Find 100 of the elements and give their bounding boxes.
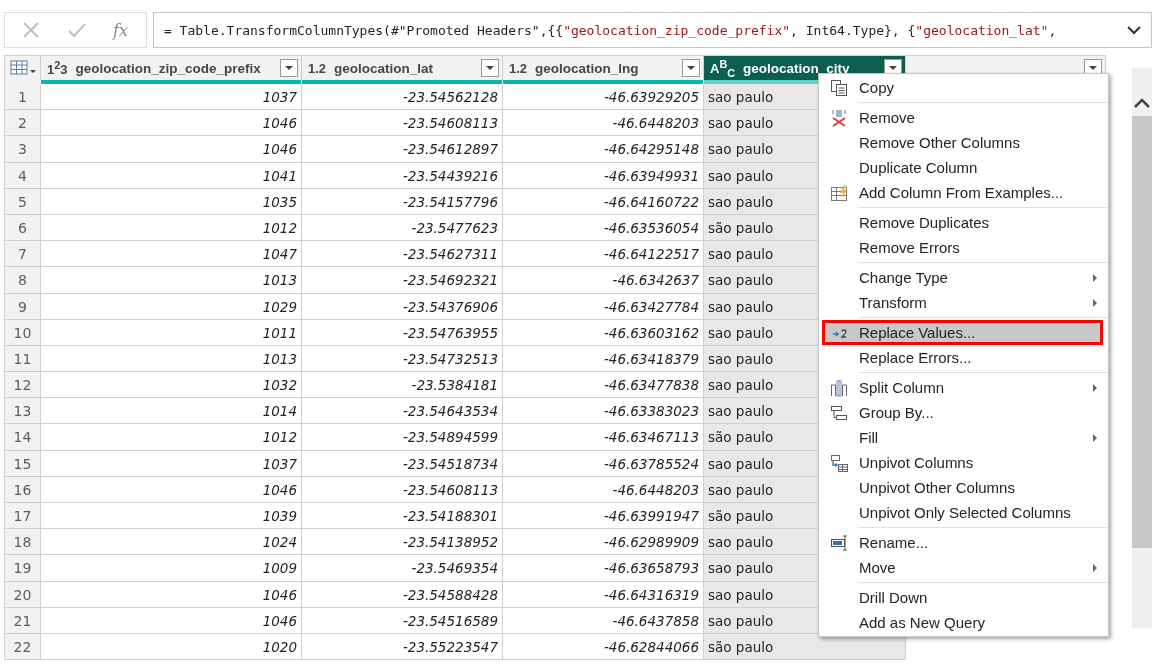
column-header[interactable]: 1$^{2}$3 geolocation_zip_code_prefix bbox=[41, 55, 302, 80]
table-lightning-icon bbox=[830, 183, 848, 202]
table-cell: -23.54692321 bbox=[302, 267, 503, 294]
row-number: 7 bbox=[5, 241, 41, 268]
table-cell: 1046 bbox=[41, 476, 302, 503]
table-cell: -23.54157796 bbox=[302, 188, 503, 215]
row-number: 13 bbox=[5, 398, 41, 425]
table-cell: -23.54518734 bbox=[302, 450, 503, 477]
row-number: 1 bbox=[5, 84, 41, 111]
filter-dropdown-icon[interactable] bbox=[280, 59, 298, 77]
submenu-arrow-icon bbox=[1092, 562, 1098, 573]
table-cell: -23.5469354 bbox=[302, 555, 503, 582]
table-cell: 1047 bbox=[41, 241, 302, 268]
row-number: 12 bbox=[5, 372, 41, 399]
table-cell: 1035 bbox=[41, 188, 302, 215]
table-cell: 1032 bbox=[41, 372, 302, 399]
filter-dropdown-icon[interactable] bbox=[481, 59, 499, 77]
remove-column-icon bbox=[830, 108, 848, 127]
table-cell: 1024 bbox=[41, 529, 302, 556]
table-cell: -23.54612897 bbox=[302, 136, 503, 163]
table-cell: 1037 bbox=[41, 450, 302, 477]
table-cell: -23.54516589 bbox=[302, 607, 503, 634]
table-cell: -23.54588428 bbox=[302, 581, 503, 608]
table-cell: 1014 bbox=[41, 398, 302, 425]
table-cell: 1013 bbox=[41, 345, 302, 373]
table-cell: -23.5384181 bbox=[302, 372, 503, 399]
table-cell: -23.54627311 bbox=[302, 241, 503, 268]
group-by-icon bbox=[830, 403, 848, 422]
table-cell: -46.63603162 bbox=[503, 319, 704, 346]
row-number: 10 bbox=[5, 319, 41, 346]
rename-icon bbox=[830, 533, 848, 552]
table-menu-button[interactable] bbox=[5, 55, 41, 80]
table-cell: -23.54608113 bbox=[302, 476, 503, 503]
table-cell: 1039 bbox=[41, 503, 302, 530]
table-cell: 1020 bbox=[41, 633, 302, 661]
row-number: 20 bbox=[5, 581, 41, 608]
row-number: 8 bbox=[5, 267, 41, 294]
table-cell: -23.54439216 bbox=[302, 162, 503, 189]
unpivot-icon bbox=[830, 453, 848, 472]
row-number: 16 bbox=[5, 476, 41, 503]
table-cell: -23.54732513 bbox=[302, 345, 503, 373]
row-number: 18 bbox=[5, 529, 41, 556]
table-cell: -23.54562128 bbox=[302, 84, 503, 111]
row-number: 15 bbox=[5, 450, 41, 477]
table-cell: -23.54643534 bbox=[302, 398, 503, 425]
row-number: 3 bbox=[5, 136, 41, 163]
table-cell: -46.64316319 bbox=[503, 581, 704, 608]
row-number: 14 bbox=[5, 424, 41, 451]
table-cell: 1011 bbox=[41, 319, 302, 346]
table-cell: 1009 bbox=[41, 555, 302, 582]
row-number: 22 bbox=[5, 633, 41, 661]
table-cell: 1046 bbox=[41, 581, 302, 608]
table-cell: 1037 bbox=[41, 84, 302, 111]
table-cell: 1041 bbox=[41, 162, 302, 189]
table-cell: 1013 bbox=[41, 267, 302, 294]
menu-item[interactable]: Replace Values... bbox=[822, 320, 1103, 345]
column-header[interactable]: 1.2 geolocation_lng bbox=[503, 55, 704, 80]
row-number: 2 bbox=[5, 110, 41, 137]
table-cell: -46.63949931 bbox=[503, 162, 704, 189]
table-cell: -46.6437858 bbox=[503, 607, 704, 634]
table-icon bbox=[9, 60, 36, 76]
table-cell: -46.64160722 bbox=[503, 188, 704, 215]
table-cell: 1012 bbox=[41, 214, 302, 242]
row-number: 19 bbox=[5, 555, 41, 582]
row-number: 9 bbox=[5, 293, 41, 320]
submenu-arrow-icon bbox=[1092, 432, 1098, 443]
row-number: 11 bbox=[5, 345, 41, 373]
split-column-icon bbox=[830, 378, 848, 397]
row-number: 5 bbox=[5, 188, 41, 215]
row-number: 21 bbox=[5, 607, 41, 634]
table-cell: -46.63427784 bbox=[503, 293, 704, 320]
table-cell: -23.54188301 bbox=[302, 503, 503, 530]
row-number: 4 bbox=[5, 162, 41, 189]
table-cell: -46.62844066 bbox=[503, 633, 704, 661]
table-cell: -23.55223547 bbox=[302, 633, 503, 661]
table-cell: 1046 bbox=[41, 607, 302, 634]
fx-label[interactable]: fx bbox=[113, 20, 128, 40]
scrollbar-thumb[interactable] bbox=[1132, 116, 1152, 548]
expand-chevron-icon[interactable] bbox=[1127, 25, 1141, 35]
submenu-arrow-icon bbox=[1092, 382, 1098, 393]
table-cell: -23.5477623 bbox=[302, 214, 503, 242]
table-cell: -46.63785524 bbox=[503, 450, 704, 477]
table-cell: 1029 bbox=[41, 293, 302, 320]
scroll-up-icon[interactable] bbox=[1134, 98, 1150, 108]
row-number: 17 bbox=[5, 503, 41, 530]
table-cell: 1012 bbox=[41, 424, 302, 451]
copy-icon bbox=[830, 78, 848, 97]
column-header[interactable]: 1.2 geolocation_lat bbox=[302, 55, 503, 80]
row-number: 6 bbox=[5, 214, 41, 242]
table-cell: -23.54763955 bbox=[302, 319, 503, 346]
submenu-arrow-icon bbox=[1092, 272, 1098, 283]
table-cell: 1046 bbox=[41, 110, 302, 137]
replace-arrow-icon bbox=[831, 326, 850, 339]
table-cell: -23.54376906 bbox=[302, 293, 503, 320]
formula-field[interactable]: = Table.TransformColumnTypes(#"Promoted Headers",{{"geolocation_zip_code_prefix", Int64.Type}, {"geolocation_lat", bbox=[152, 12, 1152, 48]
submenu-arrow-icon bbox=[1092, 297, 1098, 308]
table-cell: -23.54608113 bbox=[302, 110, 503, 137]
table-cell: -23.54894599 bbox=[302, 424, 503, 451]
filter-dropdown-icon[interactable] bbox=[682, 59, 700, 77]
table-cell: 1046 bbox=[41, 136, 302, 163]
